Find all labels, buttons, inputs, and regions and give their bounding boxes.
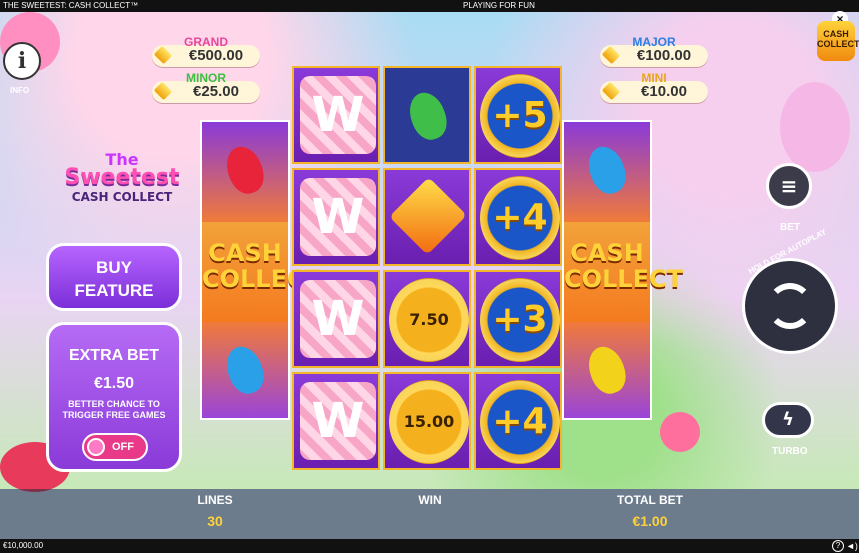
candy-decoration (660, 412, 700, 452)
toggle-state: OFF (112, 441, 134, 453)
reel-cell: +4 (474, 372, 562, 470)
sound-icon[interactable]: ◄) (846, 539, 858, 553)
reel-cell: 15.00 (383, 372, 471, 470)
jellybean-icon (582, 341, 632, 399)
extra-bet-toggle[interactable]: OFF (82, 433, 148, 461)
coins-icon: ≡ (780, 174, 798, 198)
total-bet-value: €1.00 (632, 513, 668, 529)
multiplier-coin: +4 (480, 380, 560, 464)
reel-cell: +4 (474, 168, 562, 266)
bet-button[interactable]: ≡ (766, 163, 812, 209)
win-display: WIN (405, 493, 455, 507)
logo-line2: Sweetest (64, 165, 180, 190)
refresh-icon (767, 283, 813, 329)
side-cell-top (202, 122, 288, 222)
extra-bet-title: EXTRA BET (68, 347, 160, 364)
wild-icon: W (300, 76, 376, 154)
side-reel-left: CASH COLLECT (200, 120, 321, 420)
extra-bet-price: €1.50 (93, 375, 135, 392)
lines-label: LINES (197, 493, 233, 507)
symbol-line1: CASH (208, 239, 282, 267)
reel-cell: 7.50 (383, 270, 471, 368)
cash-coin: 15.00 (389, 380, 469, 464)
reel-cell: W (292, 372, 380, 470)
turbo-label: TURBO (772, 446, 808, 457)
cash-collect-logo: CASH COLLECT (817, 21, 859, 61)
jellybean-icon (220, 141, 270, 199)
cash-coin: 7.50 (389, 278, 469, 362)
reel-cell (383, 66, 471, 164)
toggle-knob (87, 438, 105, 456)
lines-value: 30 (207, 513, 223, 529)
reel-cell: W (292, 168, 380, 266)
jackpot-value: €25.00 (193, 83, 239, 100)
reel-cell (383, 168, 471, 266)
play-mode: PLAYING FOR FUN (463, 1, 535, 10)
turbo-toggle[interactable]: ϟ (762, 402, 814, 438)
side-cell-bottom (564, 322, 650, 418)
gem-icon (389, 177, 467, 255)
side-cell-bottom (202, 322, 288, 418)
help-icon[interactable]: ? (832, 540, 844, 552)
win-label: WIN (418, 493, 442, 507)
cash-collect-symbol: CASH COLLECT (202, 222, 321, 322)
game-title: THE SWEETEST: CASH COLLECT™ (3, 1, 139, 10)
extra-bet-description: BETTER CHANCE TO TRIGGER FREE GAMES (62, 399, 166, 420)
wild-icon: W (300, 280, 376, 358)
bet-label: BET (780, 222, 800, 233)
lightning-icon: ϟ (782, 409, 794, 430)
footer-bar: €10,000.00 ? ◄) (0, 539, 859, 553)
logo-line3: CASH COLLECT (71, 190, 173, 204)
symbol-line1: CASH (570, 239, 644, 267)
wild-icon: W (300, 178, 376, 256)
game-logo: The Sweetest CASH COLLECT (62, 150, 182, 216)
wild-icon: W (300, 382, 376, 460)
multiplier-coin: +3 (480, 278, 560, 362)
buy-feature-line2: FEATURE (74, 281, 154, 300)
jellybean-icon (403, 87, 453, 145)
candy-decoration (780, 82, 850, 172)
info-label: INFO (10, 86, 30, 95)
jellybean-icon (220, 341, 270, 399)
side-reel-right: CASH COLLECT (562, 120, 683, 420)
cash-collect-symbol: CASH COLLECT (564, 222, 683, 322)
jackpot-value: €500.00 (188, 47, 244, 64)
jackpot-grand: GRAND €500.00 (152, 35, 260, 67)
multiplier-coin: +4 (480, 176, 560, 260)
extra-bet-panel: EXTRA BET €1.50 BETTER CHANCE TO TRIGGER… (46, 322, 182, 472)
corner-logo-line1: CASH (823, 29, 849, 39)
buy-feature-button[interactable]: BUY FEATURE (46, 243, 182, 311)
buy-feature-line1: BUY (96, 258, 132, 277)
jackpot-major: MAJOR €100.00 (600, 35, 708, 67)
info-button[interactable]: i (3, 42, 41, 80)
top-bar: THE SWEETEST: CASH COLLECT™ PLAYING FOR … (0, 0, 859, 12)
jackpot-value: €10.00 (641, 83, 687, 100)
total-bet-label: TOTAL BET (617, 493, 683, 507)
reel-cell: +5 (474, 66, 562, 164)
bottom-bar: LINES 30 WIN TOTAL BET €1.00 (0, 489, 859, 539)
balance: €10,000.00 (3, 541, 44, 550)
corner-logo-line2: COLLECT (817, 39, 859, 49)
jellybean-icon (582, 141, 632, 199)
reel-cell: W (292, 270, 380, 368)
symbol-line2: COLLECT (564, 265, 683, 293)
reel-cell: W (292, 66, 380, 164)
side-cell-top (564, 122, 650, 222)
jackpot-value: €100.00 (636, 47, 692, 64)
multiplier-coin: +5 (480, 74, 560, 158)
reel-cell: +3 (474, 270, 562, 368)
total-bet-display: TOTAL BET €1.00 (608, 493, 692, 529)
jackpot-minor: MINOR €25.00 (152, 71, 260, 103)
jackpot-mini: MINI €10.00 (600, 71, 708, 103)
lines-display: LINES 30 (190, 493, 240, 529)
